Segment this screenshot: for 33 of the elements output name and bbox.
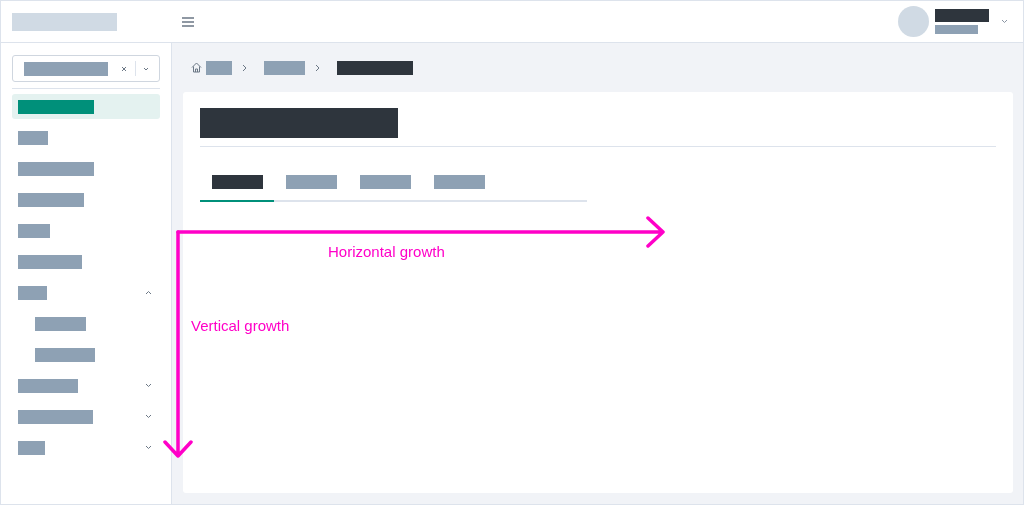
clear-icon[interactable] <box>121 65 127 72</box>
breadcrumb-link-placeholder[interactable] <box>206 60 232 75</box>
label-placeholder <box>18 440 45 455</box>
chevron-down-icon[interactable] <box>145 414 152 419</box>
label-placeholder <box>18 130 48 145</box>
breadcrumb-link-placeholder[interactable] <box>264 60 305 75</box>
chevron-up-icon[interactable] <box>145 290 152 295</box>
avatar[interactable] <box>898 6 929 37</box>
label-placeholder <box>35 347 95 362</box>
chevron-down-icon[interactable] <box>145 445 152 450</box>
tab-label-placeholder <box>433 175 485 189</box>
label-placeholder <box>18 378 78 393</box>
select-field[interactable] <box>12 55 160 82</box>
chevron-right-icon <box>315 63 320 72</box>
label-placeholder <box>18 254 82 269</box>
user-name-placeholder <box>935 9 989 22</box>
menu-icon[interactable] <box>182 16 194 27</box>
chevron-down-icon[interactable] <box>1001 19 1008 24</box>
user-role-placeholder <box>935 25 978 34</box>
label-placeholder <box>18 223 50 238</box>
tab-label-placeholder <box>359 175 411 189</box>
label-placeholder <box>18 192 84 207</box>
tab-label-placeholder <box>211 175 263 189</box>
tab-label-placeholder <box>285 175 337 189</box>
chevron-down-icon[interactable] <box>145 383 152 388</box>
chevron-right-icon <box>242 63 247 72</box>
home-icon[interactable] <box>191 62 202 73</box>
label-placeholder <box>18 285 47 300</box>
chevron-down-icon[interactable] <box>143 66 149 71</box>
label-placeholder <box>35 316 86 331</box>
annotation-label: Vertical growth <box>191 317 290 335</box>
annotation-label: Horizontal growth <box>328 243 445 261</box>
sidebar-item[interactable] <box>12 94 160 119</box>
